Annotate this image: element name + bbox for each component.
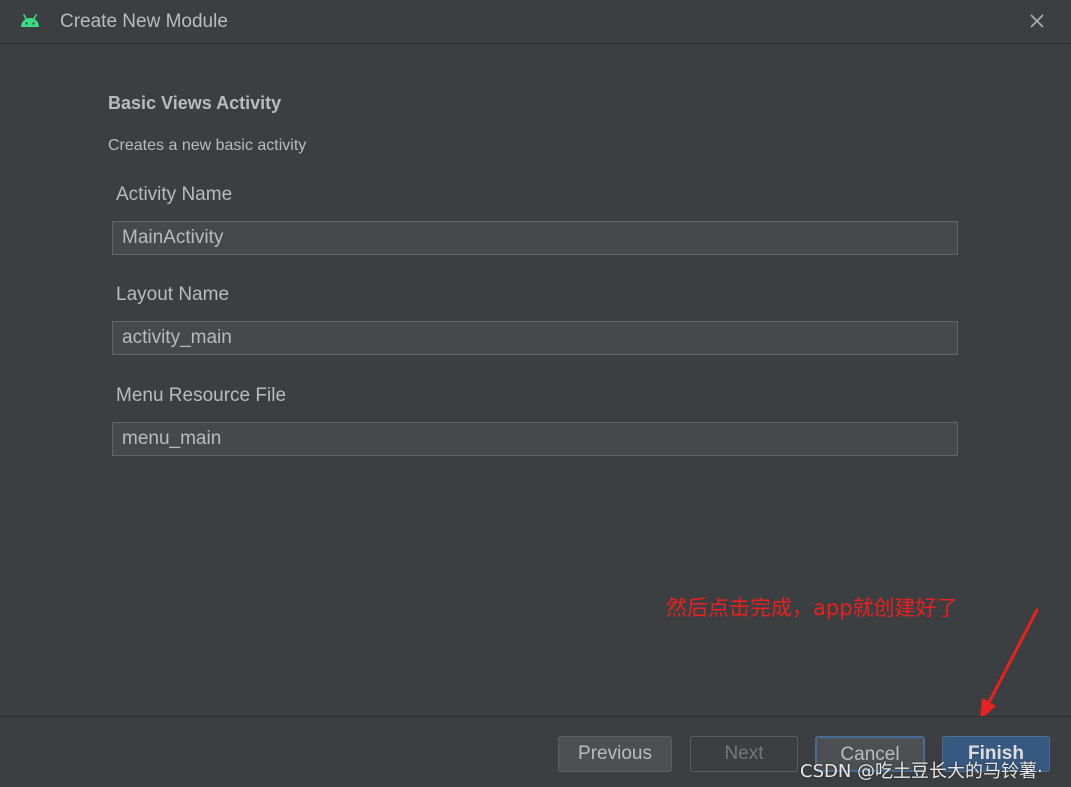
android-icon xyxy=(21,14,39,27)
menu-resource-file-label: Menu Resource File xyxy=(116,385,287,406)
window-title: Create New Module xyxy=(60,11,228,32)
close-icon[interactable] xyxy=(1024,8,1050,34)
menu-resource-file-input[interactable] xyxy=(112,422,958,456)
activity-name-input[interactable] xyxy=(112,221,958,255)
previous-button[interactable]: Previous xyxy=(558,736,672,772)
next-button[interactable]: Next xyxy=(690,736,798,772)
layout-name-label: Layout Name xyxy=(116,284,230,305)
annotation-arrow-icon xyxy=(980,608,1039,720)
create-module-dialog: Create New Module Basic Views Activity C… xyxy=(0,0,1071,787)
annotation-text: 然后点击完成，app就创建好了 xyxy=(666,596,958,620)
watermark: CSDN @吃土豆长大的马铃薯· xyxy=(800,761,1043,782)
layout-name-input[interactable] xyxy=(112,321,958,355)
activity-name-label: Activity Name xyxy=(116,184,233,205)
template-description: Creates a new basic activity xyxy=(108,137,307,154)
title-bar: Create New Module xyxy=(0,0,1071,44)
template-heading: Basic Views Activity xyxy=(108,93,282,113)
